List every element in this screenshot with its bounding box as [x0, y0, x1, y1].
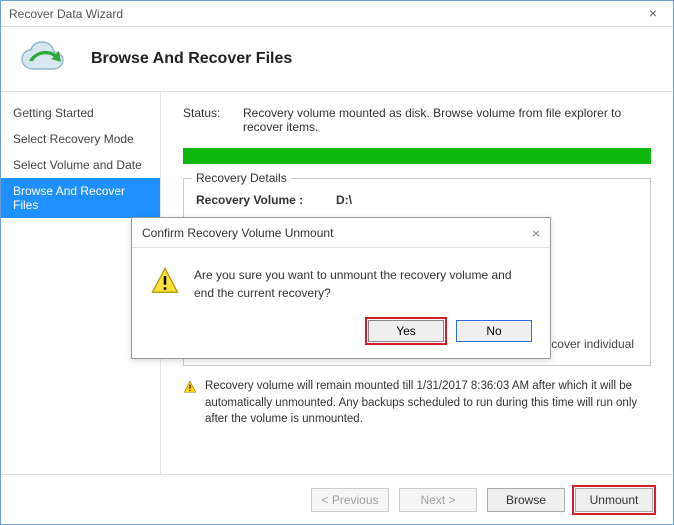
- dialog-close-icon[interactable]: ×: [532, 225, 540, 241]
- sidebar-item-select-volume-date[interactable]: Select Volume and Date: [1, 152, 160, 178]
- dialog-yes-button[interactable]: Yes: [368, 320, 444, 342]
- warning-icon: [183, 380, 197, 428]
- warning-icon: [150, 266, 180, 296]
- status-text: Recovery volume mounted as disk. Browse …: [243, 106, 651, 134]
- dialog-message: Are you sure you want to unmount the rec…: [194, 266, 532, 302]
- sidebar-item-browse-recover[interactable]: Browse And Recover Files: [1, 178, 160, 218]
- progress-bar: [183, 148, 651, 164]
- window-title: Recover Data Wizard: [9, 7, 123, 21]
- previous-button: < Previous: [311, 488, 389, 512]
- sidebar-item-getting-started[interactable]: Getting Started: [1, 100, 160, 126]
- note-text: Recovery volume will remain mounted till…: [205, 378, 651, 428]
- page-title: Browse And Recover Files: [91, 50, 292, 68]
- confirm-unmount-dialog: Confirm Recovery Volume Unmount × Are yo…: [131, 217, 551, 359]
- unmount-button[interactable]: Unmount: [575, 488, 653, 512]
- sidebar-item-select-mode[interactable]: Select Recovery Mode: [1, 126, 160, 152]
- dialog-no-button[interactable]: No: [456, 320, 532, 342]
- status-label: Status:: [183, 106, 229, 134]
- wizard-window: Recover Data Wizard × Browse And Recover…: [0, 0, 674, 525]
- browse-button[interactable]: Browse: [487, 488, 565, 512]
- mount-expiry-note: Recovery volume will remain mounted till…: [183, 378, 651, 428]
- wizard-header: Browse And Recover Files: [1, 27, 673, 92]
- cloud-recover-icon: [19, 41, 73, 77]
- dialog-title: Confirm Recovery Volume Unmount: [142, 226, 333, 240]
- recovery-volume-value: D:\: [336, 193, 352, 207]
- titlebar: Recover Data Wizard ×: [1, 1, 673, 27]
- close-icon[interactable]: ×: [639, 3, 667, 23]
- next-button: Next >: [399, 488, 477, 512]
- recovery-volume-label: Recovery Volume :: [196, 193, 326, 207]
- group-title: Recovery Details: [192, 171, 291, 185]
- wizard-footer: < Previous Next > Browse Unmount: [1, 474, 673, 524]
